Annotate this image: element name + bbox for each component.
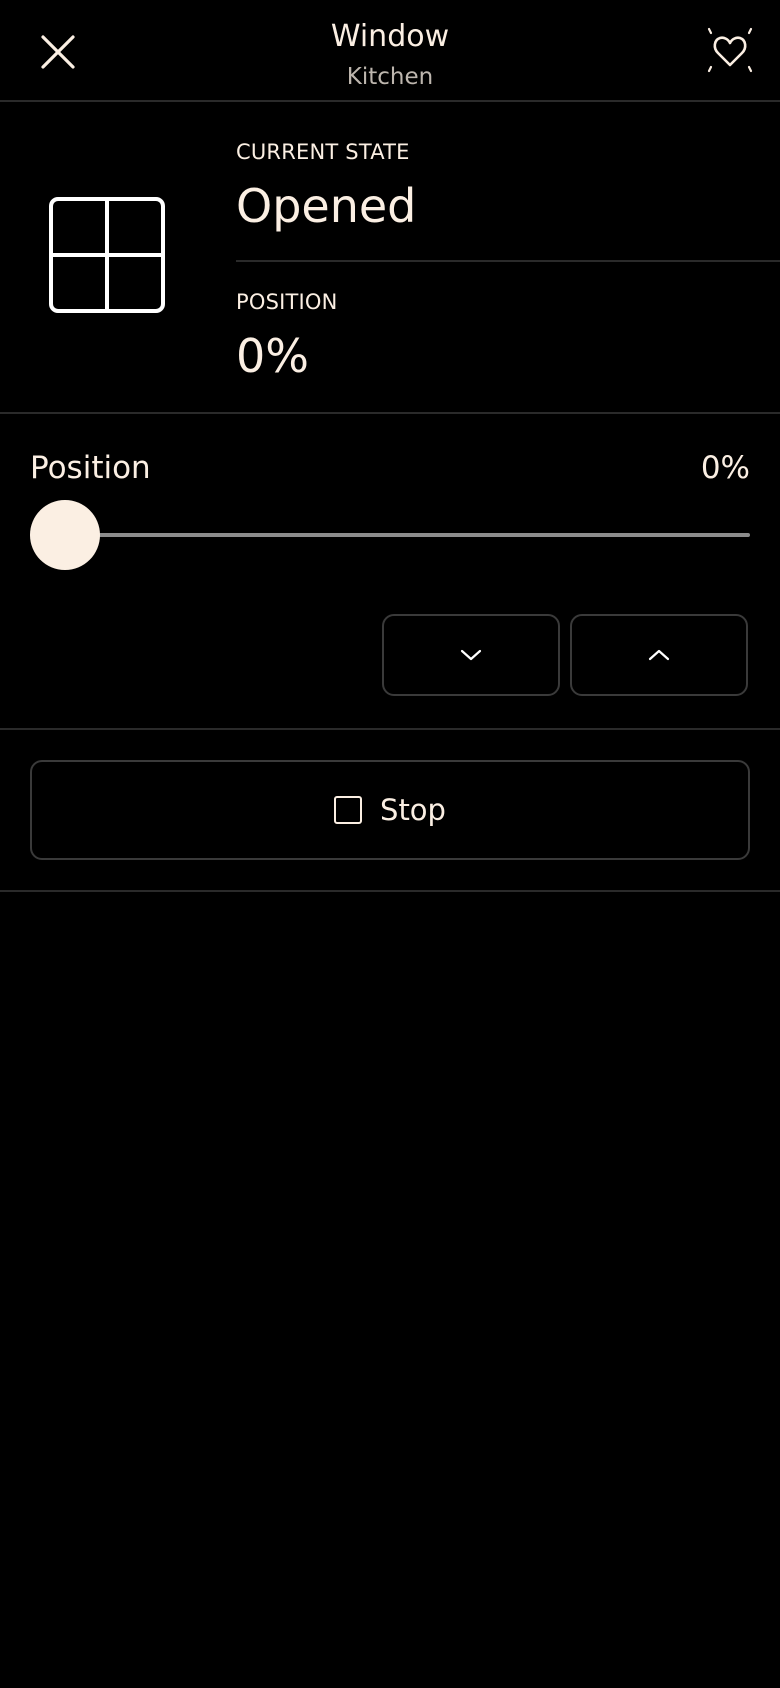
position-slider-section: Position 0% xyxy=(0,414,780,730)
favorite-button[interactable] xyxy=(698,18,762,82)
position-label: POSITION xyxy=(236,290,338,314)
slider-value: 0% xyxy=(700,450,750,486)
position-slider-track[interactable] xyxy=(30,533,750,537)
open-up-button[interactable] xyxy=(570,614,748,696)
stop-button[interactable]: Stop xyxy=(30,760,750,860)
stop-label: Stop xyxy=(380,793,446,827)
close-down-button[interactable] xyxy=(382,614,560,696)
window-icon xyxy=(49,197,165,313)
position-block: POSITION 0% xyxy=(236,262,780,412)
stop-square-icon xyxy=(334,796,363,824)
slider-label: Position xyxy=(30,450,151,486)
position-slider-thumb[interactable] xyxy=(30,500,100,570)
page-title: Window xyxy=(330,19,450,54)
heart-sparkle-icon xyxy=(707,27,753,73)
chevron-down-icon xyxy=(460,649,482,661)
stop-section: Stop xyxy=(0,730,780,892)
page-subtitle: Kitchen xyxy=(346,64,434,90)
current-state-value: Opened xyxy=(236,179,417,233)
header: Window Kitchen xyxy=(0,0,780,102)
chevron-up-icon xyxy=(648,649,670,661)
state-panel: CURRENT STATE Opened POSITION 0% xyxy=(0,102,780,414)
current-state-label: CURRENT STATE xyxy=(236,140,410,164)
current-state-block: CURRENT STATE Opened xyxy=(236,102,780,262)
position-value: 0% xyxy=(236,329,309,383)
